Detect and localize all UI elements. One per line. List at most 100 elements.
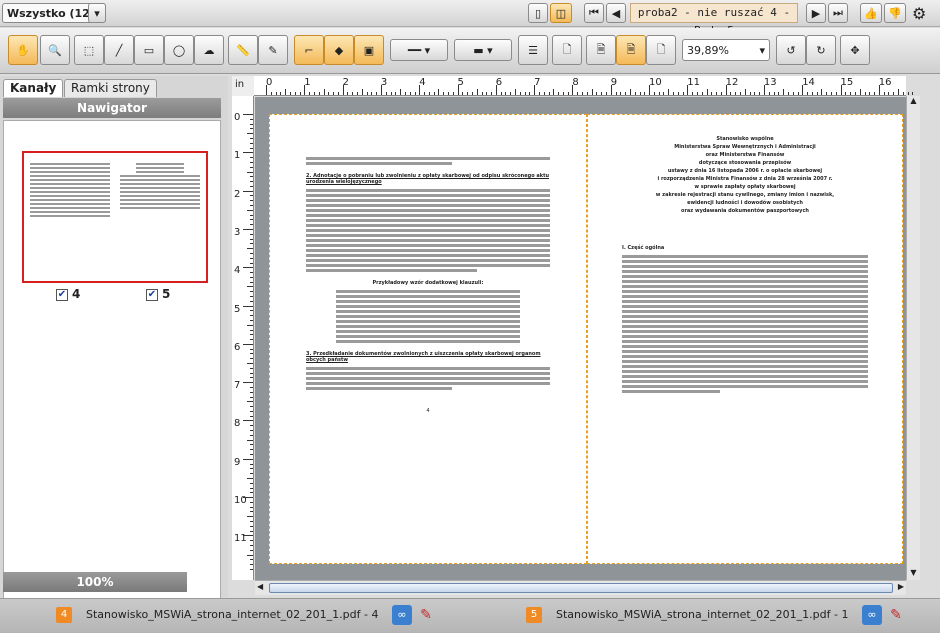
tab-ramki-strony[interactable]: Ramki strony <box>64 79 157 97</box>
rotate-right-button[interactable]: ↻ <box>806 35 836 65</box>
reject-button[interactable]: 👎 <box>884 3 906 23</box>
ruler-tick <box>792 92 794 95</box>
first-page-button[interactable]: ⏮ <box>584 3 604 23</box>
page-badge-5: 5 <box>526 607 542 623</box>
ruler-tick <box>558 92 560 95</box>
ruler-tick <box>250 492 253 494</box>
ruler-tick <box>250 549 253 551</box>
ruler-tick <box>250 367 253 369</box>
line-tool-button[interactable]: ╱ <box>104 35 134 65</box>
horizontal-scrollbar[interactable]: ◀ ▶ <box>255 580 906 595</box>
eyedropper-tool-button[interactable]: ✎ <box>258 35 288 65</box>
scroll-down-icon[interactable]: ▼ <box>907 568 920 580</box>
ruler-tick <box>701 92 703 95</box>
next-page-button[interactable]: ▶ <box>806 3 826 23</box>
ruler-tick <box>250 123 253 125</box>
scroll-thumb[interactable] <box>269 583 893 593</box>
ruler-tick <box>735 92 737 95</box>
ruler-tick-label: 0 <box>234 112 241 123</box>
navigator-thumbnail[interactable] <box>22 151 208 283</box>
ruler-tick-label: 13 <box>763 77 777 88</box>
measure-tool-button[interactable]: 📏 <box>228 35 258 65</box>
ruler-tick <box>433 92 435 95</box>
single-page-icon: ▯ <box>534 6 542 20</box>
right-title-7: w sprawie zapłaty opłaty skarbowej <box>694 184 796 190</box>
document-title: proba2 - nie ruszać 4 - Body 5 <box>630 3 798 37</box>
ruler-tick <box>250 386 253 388</box>
document-canvas[interactable]: 2. Adnotacje o pobraniu lub zwolnieniu z… <box>255 97 906 580</box>
link-icon[interactable]: ∞ <box>862 605 882 625</box>
gear-icon[interactable]: ⚙ <box>912 4 926 23</box>
approve-button[interactable]: 👍 <box>860 3 882 23</box>
zoom-select[interactable]: 39,89% ▾ <box>682 39 770 61</box>
crop-icon: ⌐ <box>304 43 314 57</box>
cloud-tool-button[interactable]: ☁ <box>194 35 224 65</box>
page-view-button[interactable]: 🗋 <box>552 35 582 65</box>
rotate-left-button[interactable]: ↺ <box>776 35 806 65</box>
ruler-tick <box>352 92 354 95</box>
chevron-down-icon[interactable]: ▾ <box>88 3 106 23</box>
crop-tool-button[interactable]: ⌐ <box>294 35 324 65</box>
page-5-checkbox[interactable]: ✔ <box>146 289 158 301</box>
overlay-tool-button[interactable]: ◆ <box>324 35 354 65</box>
line-color-select[interactable]: ▬ ▾ <box>454 39 512 61</box>
ruler-tick <box>716 92 718 95</box>
frame-tool-button[interactable]: ▣ <box>354 35 384 65</box>
page-4-checkbox[interactable]: ✔ <box>56 289 68 301</box>
ruler-tick <box>309 92 311 95</box>
scroll-right-icon[interactable]: ▶ <box>898 582 904 591</box>
page-small-button[interactable]: 🗋 <box>646 35 676 65</box>
scroll-up-icon[interactable]: ▲ <box>907 96 920 108</box>
ruler-tick-label: 3 <box>234 226 241 238</box>
ruler-tick <box>247 439 253 441</box>
text-view-button[interactable]: ☰ <box>518 35 548 65</box>
ruler-tick <box>515 89 516 95</box>
ruler-tick <box>582 92 583 95</box>
single-page-view-button[interactable]: ▯ <box>528 3 548 23</box>
link-icon[interactable]: ∞ <box>392 605 412 625</box>
ruler-tick <box>250 339 253 341</box>
vertical-scrollbar[interactable]: ▲ ▼ <box>906 96 920 580</box>
top-bar: Wszystko (12) ▾ ▯ ◫ ⏮ ◀ proba2 - nie rus… <box>0 0 940 37</box>
ruler-tick <box>505 92 507 95</box>
ruler-tick <box>677 92 679 95</box>
ruler-tick <box>243 497 253 498</box>
tab-kanaly[interactable]: Kanały <box>3 79 64 97</box>
ruler-tick <box>649 85 650 95</box>
ruler-tick <box>323 89 325 95</box>
fit-window-button[interactable]: ✥ <box>840 35 870 65</box>
spread-view-button[interactable]: ◫ <box>550 3 572 23</box>
ruler-tick <box>250 506 253 508</box>
page-active-button[interactable]: 🗎 <box>616 35 646 65</box>
ruler-tick <box>250 487 253 489</box>
ruler-tick <box>250 434 253 436</box>
ruler-tick <box>250 544 253 546</box>
prev-page-button[interactable]: ◀ <box>606 3 626 23</box>
ruler-tick <box>529 92 531 95</box>
hand-tool-button[interactable]: ✋ <box>8 35 38 65</box>
ruler-tick <box>250 425 253 427</box>
edit-icon[interactable]: ✎ <box>886 605 906 625</box>
color-swatch-icon: ▬ ▾ <box>473 43 493 57</box>
ruler-tick <box>807 92 808 95</box>
ruler-tick-label: 9 <box>234 456 241 468</box>
ellipse-tool-button[interactable]: ◯ <box>164 35 194 65</box>
select-tool-button[interactable]: ⬚ <box>74 35 104 65</box>
line-style-select[interactable]: ━━ ▾ <box>390 39 448 61</box>
edit-icon[interactable]: ✎ <box>416 605 436 625</box>
ruler-tick <box>361 89 363 95</box>
ruler-tick <box>250 166 253 168</box>
ruler-tick <box>797 92 799 95</box>
right-title-4: dotyczące stosowania przepisów <box>698 160 792 166</box>
last-page-button[interactable]: ⏭ <box>828 3 848 23</box>
page-fill-button[interactable]: 🗎 <box>586 35 616 65</box>
ruler-tick <box>907 92 909 95</box>
ruler-tick-label: 15 <box>840 77 854 88</box>
ruler-tick <box>553 89 555 95</box>
scroll-left-icon[interactable]: ◀ <box>257 582 263 591</box>
ruler-tick <box>250 233 253 235</box>
eyedropper-icon: ✎ <box>268 43 278 57</box>
zoom-tool-button[interactable]: 🔍 <box>40 35 70 65</box>
rectangle-tool-button[interactable]: ▭ <box>134 35 164 65</box>
ruler-tick <box>567 92 569 95</box>
